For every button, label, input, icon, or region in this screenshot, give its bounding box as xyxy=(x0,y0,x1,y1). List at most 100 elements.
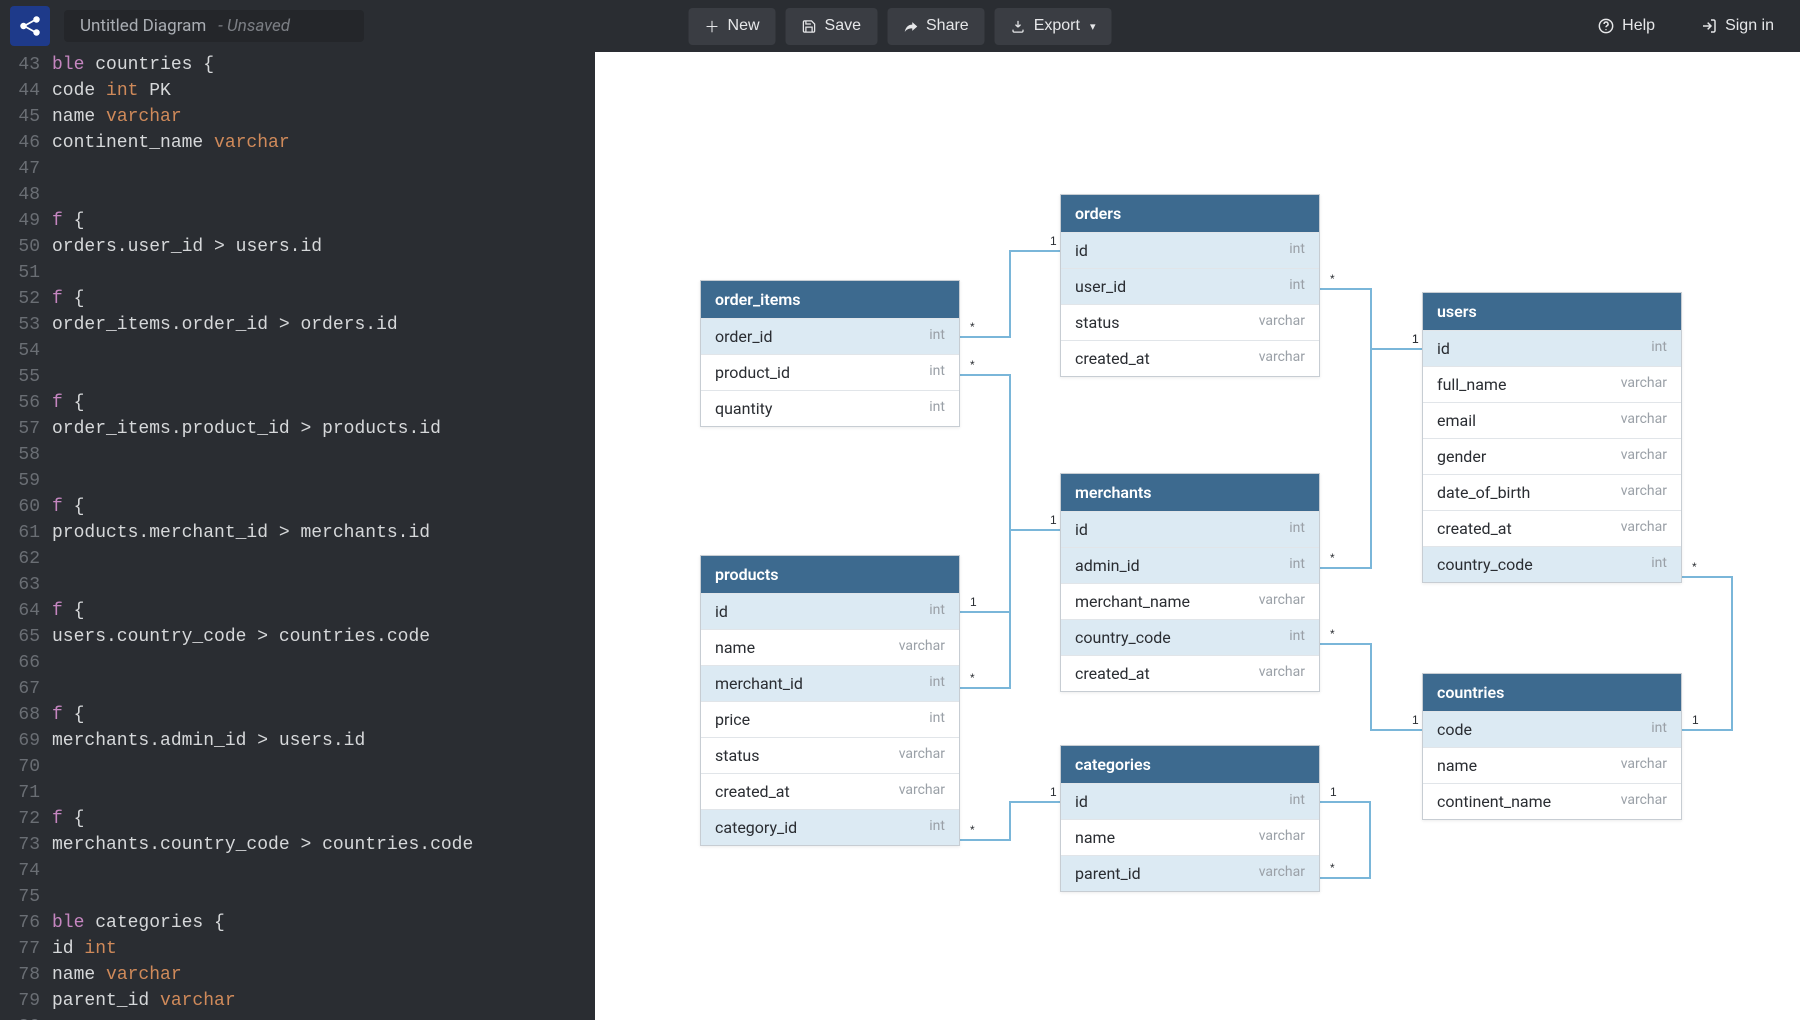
document-title-wrap[interactable]: Untitled Diagram - Unsaved xyxy=(64,10,364,42)
code-line[interactable]: 47 xyxy=(0,156,595,182)
code-line[interactable]: 54 xyxy=(0,338,595,364)
table-row[interactable]: idint xyxy=(1061,232,1319,268)
table-row[interactable]: merchant_idint xyxy=(701,665,959,701)
code-line[interactable]: 56f { xyxy=(0,390,595,416)
new-label: New xyxy=(728,17,760,35)
new-button[interactable]: ＋ New xyxy=(689,8,776,45)
table-row[interactable]: namevarchar xyxy=(1423,747,1681,783)
table-row[interactable]: idint xyxy=(701,593,959,629)
table-orders[interactable]: ordersidintuser_idintstatusvarcharcreate… xyxy=(1060,194,1320,377)
code-line[interactable]: 70 xyxy=(0,754,595,780)
table-row[interactable]: statusvarchar xyxy=(1061,304,1319,340)
code-line[interactable]: 77id int xyxy=(0,936,595,962)
connector xyxy=(960,802,1060,840)
code-content: f { xyxy=(52,806,84,832)
code-line[interactable]: 79parent_id varchar xyxy=(0,988,595,1014)
table-header[interactable]: products xyxy=(701,556,959,593)
code-line[interactable]: 60f { xyxy=(0,494,595,520)
code-line[interactable]: 55 xyxy=(0,364,595,390)
table-row[interactable]: quantityint xyxy=(701,390,959,426)
help-button[interactable]: Help xyxy=(1582,9,1671,43)
table-header[interactable]: orders xyxy=(1061,195,1319,232)
code-line[interactable]: 71 xyxy=(0,780,595,806)
code-editor[interactable]: 43ble countries {44code int PK45name var… xyxy=(0,52,595,1020)
signin-button[interactable]: Sign in xyxy=(1685,9,1790,43)
table-merchants[interactable]: merchantsidintadmin_idintmerchant_nameva… xyxy=(1060,473,1320,692)
code-line[interactable]: 50orders.user_id > users.id xyxy=(0,234,595,260)
table-row[interactable]: priceint xyxy=(701,701,959,737)
table-header[interactable]: users xyxy=(1423,293,1681,330)
table-row[interactable]: continent_namevarchar xyxy=(1423,783,1681,819)
table-row[interactable]: idint xyxy=(1423,330,1681,366)
table-row[interactable]: admin_idint xyxy=(1061,547,1319,583)
code-line[interactable]: 65users.country_code > countries.code xyxy=(0,624,595,650)
code-line[interactable]: 80 xyxy=(0,1014,595,1020)
code-line[interactable]: 48 xyxy=(0,182,595,208)
table-countries[interactable]: countriescodeintnamevarcharcontinent_nam… xyxy=(1422,673,1682,820)
code-line[interactable]: 51 xyxy=(0,260,595,286)
table-row[interactable]: statusvarchar xyxy=(701,737,959,773)
code-line[interactable]: 57order_items.product_id > products.id xyxy=(0,416,595,442)
table-row[interactable]: codeint xyxy=(1423,711,1681,747)
table-row[interactable]: country_codeint xyxy=(1423,546,1681,582)
code-line[interactable]: 62 xyxy=(0,546,595,572)
table-header[interactable]: merchants xyxy=(1061,474,1319,511)
app-logo[interactable] xyxy=(10,6,50,46)
table-row[interactable]: created_atvarchar xyxy=(1423,510,1681,546)
export-button[interactable]: Export ▾ xyxy=(995,8,1112,45)
code-line[interactable]: 69merchants.admin_id > users.id xyxy=(0,728,595,754)
table-header[interactable]: order_items xyxy=(701,281,959,318)
code-line[interactable]: 53order_items.order_id > orders.id xyxy=(0,312,595,338)
table-categories[interactable]: categoriesidintnamevarcharparent_idvarch… xyxy=(1060,745,1320,892)
table-header[interactable]: countries xyxy=(1423,674,1681,711)
code-line[interactable]: 66 xyxy=(0,650,595,676)
share-button[interactable]: Share xyxy=(887,8,985,45)
code-line[interactable]: 58 xyxy=(0,442,595,468)
table-row[interactable]: created_atvarchar xyxy=(1061,655,1319,691)
table-row[interactable]: country_codeint xyxy=(1061,619,1319,655)
table-products[interactable]: productsidintnamevarcharmerchant_idintpr… xyxy=(700,555,960,846)
code-line[interactable]: 49f { xyxy=(0,208,595,234)
code-line[interactable]: 61products.merchant_id > merchants.id xyxy=(0,520,595,546)
column-name: created_at xyxy=(1437,519,1512,538)
code-line[interactable]: 64f { xyxy=(0,598,595,624)
table-row[interactable]: idint xyxy=(1061,511,1319,547)
code-line[interactable]: 45name varchar xyxy=(0,104,595,130)
table-row[interactable]: date_of_birthvarchar xyxy=(1423,474,1681,510)
table-header[interactable]: categories xyxy=(1061,746,1319,783)
table-row[interactable]: created_atvarchar xyxy=(1061,340,1319,376)
diagram-canvas[interactable]: *1*1*1*1*1*1*1*1*1 order_itemsorder_idin… xyxy=(595,52,1800,1020)
code-line[interactable]: 75 xyxy=(0,884,595,910)
code-line[interactable]: 74 xyxy=(0,858,595,884)
table-row[interactable]: namevarchar xyxy=(701,629,959,665)
cardinality-label: * xyxy=(970,823,975,837)
table-row[interactable]: idint xyxy=(1061,783,1319,819)
save-button[interactable]: Save xyxy=(786,8,877,45)
table-row[interactable]: user_idint xyxy=(1061,268,1319,304)
code-line[interactable]: 63 xyxy=(0,572,595,598)
table-row[interactable]: order_idint xyxy=(701,318,959,354)
table-row[interactable]: merchant_namevarchar xyxy=(1061,583,1319,619)
table-row[interactable]: product_idint xyxy=(701,354,959,390)
code-line[interactable]: 52f { xyxy=(0,286,595,312)
code-line[interactable]: 59 xyxy=(0,468,595,494)
code-line[interactable]: 73merchants.country_code > countries.cod… xyxy=(0,832,595,858)
table-users[interactable]: usersidintfull_namevarcharemailvarcharge… xyxy=(1422,292,1682,583)
table-row[interactable]: gendervarchar xyxy=(1423,438,1681,474)
table-order_items[interactable]: order_itemsorder_idintproduct_idintquant… xyxy=(700,280,960,427)
code-line[interactable]: 46continent_name varchar xyxy=(0,130,595,156)
code-line[interactable]: 43ble countries { xyxy=(0,52,595,78)
table-row[interactable]: full_namevarchar xyxy=(1423,366,1681,402)
export-label: Export xyxy=(1034,17,1080,35)
table-row[interactable]: emailvarchar xyxy=(1423,402,1681,438)
table-row[interactable]: created_atvarchar xyxy=(701,773,959,809)
table-row[interactable]: namevarchar xyxy=(1061,819,1319,855)
code-line[interactable]: 72f { xyxy=(0,806,595,832)
code-line[interactable]: 44code int PK xyxy=(0,78,595,104)
table-row[interactable]: parent_idvarchar xyxy=(1061,855,1319,891)
table-row[interactable]: category_idint xyxy=(701,809,959,845)
code-line[interactable]: 78name varchar xyxy=(0,962,595,988)
code-line[interactable]: 68f { xyxy=(0,702,595,728)
code-line[interactable]: 67 xyxy=(0,676,595,702)
code-line[interactable]: 76ble categories { xyxy=(0,910,595,936)
